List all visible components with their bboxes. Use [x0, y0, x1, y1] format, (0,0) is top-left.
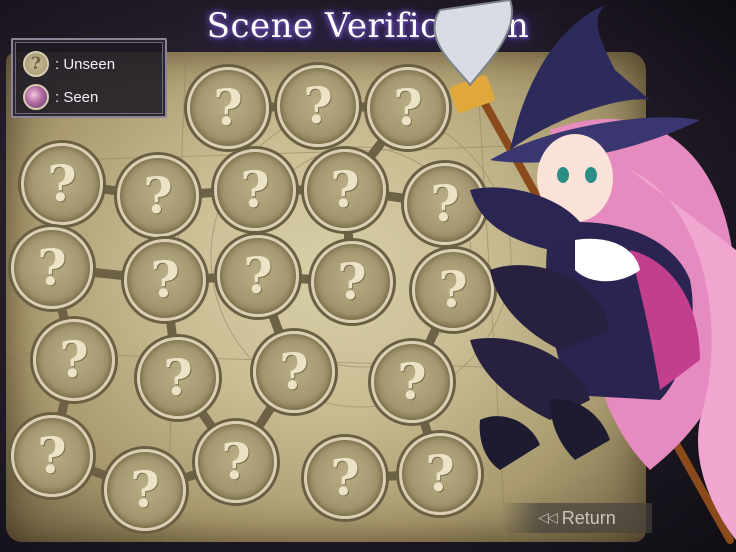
legend-seen-label: : Seen [55, 88, 99, 106]
legend-unseen-label: : Unseen [55, 55, 116, 73]
return-button[interactable]: ◁◁ Return [502, 503, 652, 533]
legend-row-unseen: ? : Unseen [23, 49, 115, 79]
question-mark-icon: ? [150, 250, 180, 309]
scene-node[interactable]: ? [124, 239, 206, 321]
question-mark-icon: ? [130, 460, 160, 519]
scene-node[interactable]: ? [137, 337, 219, 419]
question-mark-icon: ? [303, 76, 333, 135]
scene-node[interactable]: ? [11, 227, 93, 309]
scene-node[interactable]: ? [304, 149, 386, 231]
scene-node[interactable]: ? [11, 415, 93, 497]
scene-node[interactable]: ? [311, 241, 393, 323]
question-mark-icon: ? [23, 51, 49, 77]
scene-node[interactable]: ? [277, 65, 359, 147]
question-mark-icon: ? [37, 426, 67, 485]
question-mark-icon: ? [279, 342, 309, 401]
return-label: Return [561, 507, 616, 528]
question-mark-icon: ? [37, 238, 67, 297]
question-mark-icon: ? [330, 448, 360, 507]
scene-node[interactable]: ? [217, 235, 299, 317]
return-arrows-icon: ◁◁ [538, 510, 557, 526]
question-mark-icon: ? [59, 330, 89, 389]
scene-node[interactable]: ? [214, 149, 296, 231]
legend-panel: ? : Unseen : Seen [11, 38, 167, 118]
legend-row-seen: : Seen [23, 82, 98, 112]
question-mark-icon: ? [337, 252, 367, 311]
scene-node[interactable]: ? [33, 319, 115, 401]
witch-character-illustration [433, 0, 736, 544]
scene-node[interactable]: ? [304, 437, 386, 519]
question-mark-icon: ? [47, 154, 77, 213]
scene-node[interactable]: ? [253, 331, 335, 413]
question-mark-icon: ? [163, 348, 193, 407]
question-mark-icon: ? [213, 78, 243, 137]
scene-node[interactable]: ? [104, 449, 186, 531]
scene-node[interactable]: ? [21, 143, 103, 225]
character-thumbnail-icon [23, 84, 49, 110]
question-mark-icon: ? [240, 160, 270, 219]
scene-node[interactable]: ? [195, 421, 277, 503]
question-mark-icon: ? [243, 246, 273, 305]
scene-node[interactable]: ? [117, 155, 199, 237]
question-mark-icon: ? [143, 166, 173, 225]
question-mark-icon: ? [330, 160, 360, 219]
question-mark-icon: ? [221, 432, 251, 491]
scene-node[interactable]: ? [187, 67, 269, 149]
